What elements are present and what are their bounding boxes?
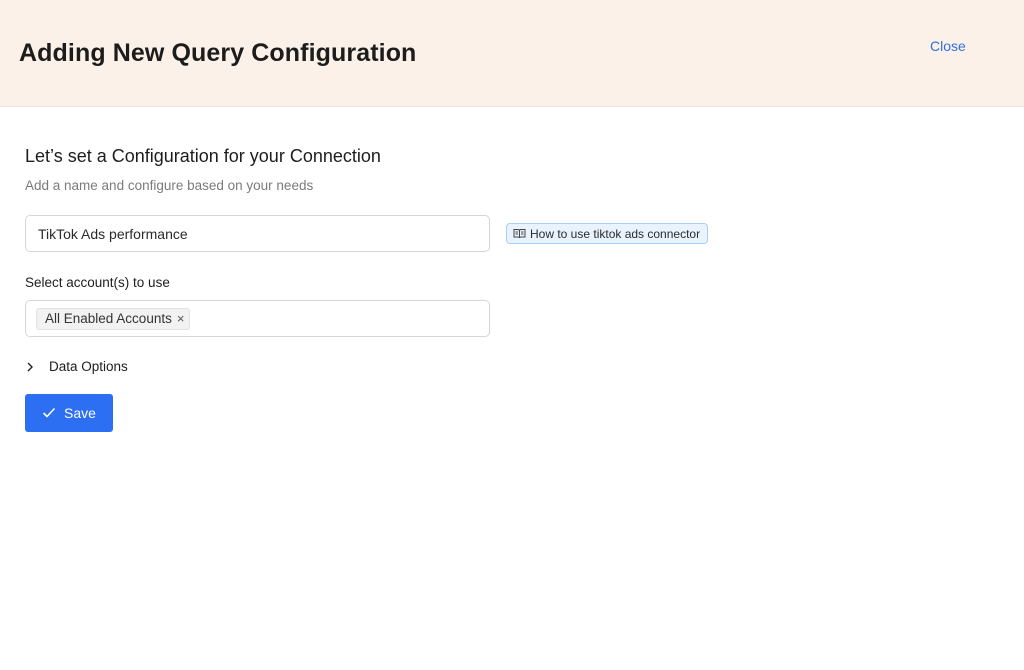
data-options-label: Data Options xyxy=(49,359,128,374)
page-title: Adding New Query Configuration xyxy=(19,39,417,67)
save-button[interactable]: Save xyxy=(25,394,113,432)
book-icon xyxy=(513,228,526,239)
account-tag: All Enabled Accounts × xyxy=(36,307,191,330)
help-link-tiktok-connector[interactable]: How to use tiktok ads connector xyxy=(506,223,709,244)
accounts-multiselect[interactable]: All Enabled Accounts × xyxy=(25,300,490,337)
help-link-label: How to use tiktok ads connector xyxy=(530,226,701,241)
form-title: Let’s set a Configuration for your Conne… xyxy=(25,146,381,166)
remove-tag-icon[interactable]: × xyxy=(177,312,185,325)
save-button-label: Save xyxy=(64,405,96,421)
configuration-name-input[interactable] xyxy=(25,215,490,252)
page-header: Adding New Query Configuration Close xyxy=(0,0,1024,107)
data-options-toggle[interactable]: Data Options xyxy=(25,358,128,376)
account-tag-label: All Enabled Accounts xyxy=(45,311,172,326)
chevron-right-icon xyxy=(25,361,45,373)
check-icon xyxy=(42,407,56,419)
form-subtitle: Add a name and configure based on your n… xyxy=(25,178,314,193)
close-link[interactable]: Close xyxy=(930,37,966,55)
accounts-label: Select account(s) to use xyxy=(25,275,170,290)
